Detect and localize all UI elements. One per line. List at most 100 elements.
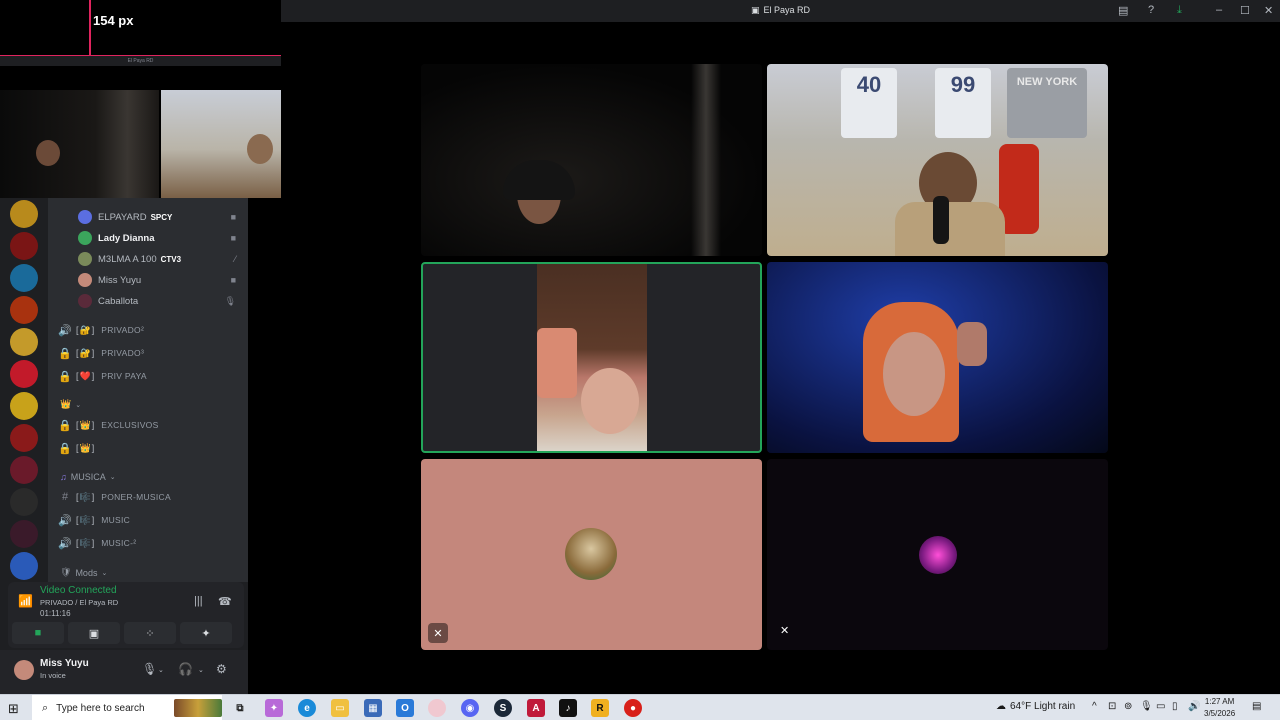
category-crown[interactable]: 👑 ⌄ — [60, 399, 81, 410]
voice-user[interactable]: ELPAYARD SPCY ■ — [78, 207, 240, 227]
microphone-icon[interactable]: 🎙 — [1140, 701, 1153, 712]
red-server-icon[interactable] — [10, 232, 38, 260]
voice-user[interactable]: Lady Dianna ■ — [78, 228, 240, 248]
blue-server-icon[interactable] — [10, 264, 38, 292]
video-tile-speaking[interactable] — [421, 262, 762, 453]
copilot-icon[interactable]: ✦ — [265, 699, 283, 717]
microphone-icon[interactable]: 🎙 — [142, 662, 157, 676]
voice-location[interactable]: PRIVADO / El Paya RD — [40, 598, 118, 607]
channel-item[interactable]: 🔊 [🎼] music — [58, 510, 238, 530]
dim-server-icon[interactable] — [10, 520, 38, 548]
latino-server-icon[interactable] — [10, 392, 38, 420]
voice-user[interactable]: M3LMA A 100 CTV3 ⁄ — [78, 249, 240, 269]
rockstar-icon[interactable]: R — [591, 699, 609, 717]
disconnect-icon[interactable]: ☎ — [218, 595, 232, 608]
avatar — [78, 252, 92, 266]
crown-icon: 👑 — [60, 399, 72, 409]
chevron-down-icon[interactable]: ⌄ — [158, 666, 164, 674]
category-mods[interactable]: 🛡 Mods ⌄ — [60, 567, 107, 578]
notifications-icon[interactable]: ▤ — [1252, 701, 1261, 712]
task-view-icon[interactable]: ⧉ — [231, 699, 249, 717]
star-server-icon[interactable] — [10, 200, 38, 228]
camera-button[interactable]: ■ — [12, 622, 64, 644]
avatar[interactable] — [14, 660, 34, 680]
speaker-icon: 🔊 — [58, 324, 72, 337]
rol-server-icon[interactable] — [10, 456, 38, 484]
soundboard-icon: ✦ — [201, 627, 211, 640]
help-icon[interactable]: ? — [1148, 4, 1154, 16]
download-icon[interactable]: ⤓ — [1177, 4, 1182, 17]
popout-preview: 154 px El Paya RD — [0, 0, 281, 198]
windows-start-icon[interactable]: ⊞ — [8, 701, 19, 717]
battery-icon[interactable]: ▯ — [1172, 701, 1178, 712]
pixel-readout: 154 px — [93, 13, 134, 28]
steam-icon[interactable]: S — [494, 699, 512, 717]
channel-item[interactable]: 🔒 [👑] exclusivos — [58, 415, 238, 435]
screen-share-button[interactable]: ▣ — [68, 622, 120, 644]
file-explorer-icon[interactable]: ▭ — [331, 699, 349, 717]
tray-icon[interactable]: ⊡ — [1108, 701, 1116, 712]
voice-status[interactable]: Video Connected — [40, 585, 117, 596]
voice-user[interactable]: Miss Yuyu ■ — [78, 270, 240, 290]
channel-item[interactable]: 🔊 [🎼] music-² — [58, 533, 238, 553]
maximize-icon[interactable]: ☐ — [1240, 4, 1250, 17]
channel-item[interactable]: 🔒 [👑] — [58, 438, 238, 458]
video-tile[interactable]: 40 99 NEW YORK — [767, 64, 1108, 256]
voice-user-name: Lady Dianna — [98, 232, 155, 244]
video-tile-avatar[interactable]: ✕ — [421, 459, 762, 650]
category-musica[interactable]: ♫ MUSICA ⌄ — [60, 472, 116, 482]
lock-icon: 🔒 — [58, 419, 72, 432]
channel-item[interactable]: 🔒 [❤️] priv paya — [58, 366, 238, 386]
noise-suppression-icon[interactable]: ||| — [194, 595, 203, 607]
avatar — [78, 273, 92, 287]
channel-item[interactable]: 🔊 [🔐] privado² — [58, 320, 238, 340]
tray-icon[interactable]: ⊚ — [1124, 701, 1132, 712]
close-icon[interactable]: ✕ — [1264, 4, 1273, 17]
channel-badge: [🎼] — [76, 537, 96, 548]
video-tile[interactable] — [421, 64, 762, 256]
headphones-icon[interactable]: 🎧 — [178, 662, 193, 676]
video-tile-avatar[interactable]: ✕ — [767, 459, 1108, 650]
outlook-icon[interactable]: O — [396, 699, 414, 717]
channel-item[interactable]: # [🎼] poner-musica — [58, 487, 238, 507]
weather[interactable]: ☁ 64°F Light rain — [996, 701, 1075, 712]
network-icon[interactable]: ▭ — [1156, 701, 1165, 712]
volume-icon[interactable]: 🔊 — [1188, 701, 1200, 712]
adobe-icon[interactable]: A — [527, 699, 545, 717]
fire-server-icon[interactable] — [10, 296, 38, 324]
onlyplay-server-icon[interactable] — [10, 328, 38, 356]
store-icon[interactable]: ▦ — [364, 699, 382, 717]
soundboard-button[interactable]: ✦ — [180, 622, 232, 644]
channel-item[interactable]: 🔒 [🔐] privado³ — [58, 343, 238, 363]
channel-label: music-² — [101, 538, 137, 548]
avatar-server-icon[interactable] — [10, 552, 38, 580]
server-rail — [0, 198, 48, 582]
measure-guide-vertical — [89, 0, 91, 62]
user-name[interactable]: Miss Yuyu — [40, 658, 89, 669]
chevron-down-icon[interactable]: ⌄ — [198, 666, 204, 674]
chevron-up-icon[interactable]: ^ — [1092, 701, 1097, 712]
voice-user[interactable]: Caballota 🎙 — [78, 291, 240, 311]
only-server-icon[interactable] — [10, 360, 38, 388]
avatar — [565, 528, 617, 580]
user-tag: SPCY — [150, 212, 173, 222]
minimize-icon[interactable]: – — [1216, 4, 1222, 16]
tiktok-icon[interactable]: ♪ — [559, 699, 577, 717]
video-tile[interactable] — [767, 262, 1108, 453]
screen: 154 px El Paya RD ELPAYARD SPCY ■ Lady Dian… — [0, 0, 1280, 720]
signal-icon[interactable]: 📶 — [18, 594, 33, 608]
inbox-icon[interactable]: ▤ — [1118, 4, 1128, 17]
gear-icon[interactable]: ⚙ — [216, 662, 227, 676]
jersey: NEW YORK — [1007, 68, 1087, 138]
activities-button[interactable]: ⁘ — [124, 622, 176, 644]
clock[interactable]: 1:27 AM 3/5/2026 — [1204, 696, 1235, 720]
dark-server-icon[interactable] — [10, 488, 38, 516]
taskbar: ⊞ ⌕ Type here to search ⧉ ✦ e ▭ ▦ O ◉ S … — [0, 694, 1280, 720]
app-icon[interactable] — [428, 699, 446, 717]
app-icon[interactable]: ● — [624, 699, 642, 717]
eterna-server-icon[interactable] — [10, 424, 38, 452]
discord-icon[interactable]: ◉ — [461, 699, 479, 717]
edge-icon[interactable]: e — [298, 699, 316, 717]
lock-icon: 🔒 — [58, 442, 72, 455]
server-flag-icon: ▣ — [750, 5, 760, 15]
